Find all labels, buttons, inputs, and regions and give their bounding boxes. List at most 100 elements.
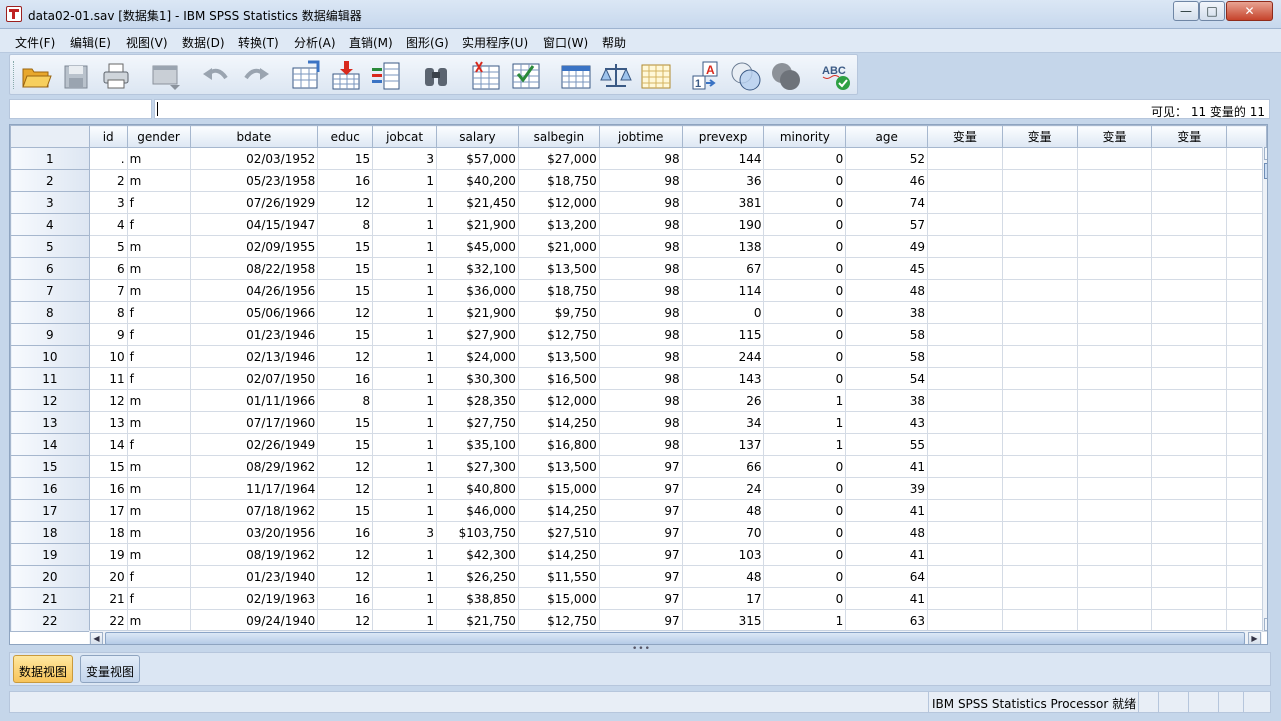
data-cell[interactable]: 70 <box>681 521 765 544</box>
data-cell[interactable]: 43 <box>845 411 929 434</box>
spss-app-icon[interactable] <box>6 6 22 22</box>
data-cell[interactable]: $15,000 <box>517 477 600 500</box>
table-row[interactable]: 3 3 f 07/26/1929 12 1 $21,450 $12,000 98 381 0 74 <box>10 191 1267 214</box>
empty-cell[interactable] <box>1226 521 1267 544</box>
empty-cell[interactable] <box>927 411 1003 434</box>
empty-cell[interactable] <box>1226 433 1267 456</box>
data-cell[interactable]: $35,100 <box>436 433 519 456</box>
data-cell[interactable]: 22 <box>88 609 128 632</box>
data-cell[interactable]: 14 <box>88 433 128 456</box>
empty-cell[interactable] <box>1001 323 1078 346</box>
data-cell[interactable]: 1 <box>372 367 438 390</box>
empty-cell[interactable] <box>1151 389 1228 412</box>
data-cell[interactable]: 98 <box>598 389 683 412</box>
grid-corner[interactable] <box>10 125 90 148</box>
data-cell[interactable]: 138 <box>681 235 765 258</box>
empty-cell[interactable] <box>1226 367 1267 390</box>
data-cell[interactable]: m <box>126 411 191 434</box>
empty-cell[interactable] <box>1076 257 1153 280</box>
column-header[interactable]: jobcat <box>372 125 438 148</box>
empty-cell[interactable] <box>1001 213 1078 236</box>
data-cell[interactable]: 48 <box>845 521 929 544</box>
data-cell[interactable]: $12,750 <box>517 609 600 632</box>
data-cell[interactable]: 98 <box>598 323 683 346</box>
data-cell[interactable]: 1 <box>372 169 438 192</box>
row-header[interactable]: 7 <box>10 279 90 302</box>
row-header[interactable]: 3 <box>10 191 90 214</box>
show-all-variables-icon[interactable] <box>770 60 802 92</box>
tab-data-view[interactable]: 数据视图 <box>13 655 74 683</box>
data-cell[interactable]: 08/22/1958 <box>189 257 319 280</box>
data-cell[interactable]: 1 <box>372 565 438 588</box>
data-cell[interactable]: 58 <box>845 345 929 368</box>
data-cell[interactable]: 98 <box>598 169 683 192</box>
empty-cell[interactable] <box>1226 279 1267 302</box>
empty-cell[interactable] <box>927 301 1003 324</box>
data-cell[interactable]: 98 <box>598 235 683 258</box>
data-cell[interactable]: m <box>126 609 191 632</box>
empty-cell[interactable] <box>1001 521 1078 544</box>
data-cell[interactable]: 1 <box>372 257 438 280</box>
empty-cell[interactable] <box>1001 147 1078 170</box>
data-cell[interactable]: 3 <box>372 147 438 170</box>
menu-data[interactable]: 数据(D) <box>182 34 225 51</box>
table-row[interactable]: 6 6 m 08/22/1958 15 1 $32,100 $13,500 98 67 0 45 <box>10 257 1267 280</box>
scroll-left-icon[interactable]: ◀ <box>90 632 103 644</box>
data-cell[interactable]: 0 <box>763 257 847 280</box>
data-cell[interactable]: $21,750 <box>436 609 519 632</box>
row-header[interactable]: 10 <box>10 345 90 368</box>
row-header[interactable]: 8 <box>10 301 90 324</box>
data-cell[interactable]: 8 <box>317 213 374 236</box>
empty-cell[interactable] <box>1151 147 1228 170</box>
data-cell[interactable]: 12 <box>317 477 374 500</box>
empty-cell[interactable] <box>1076 521 1153 544</box>
menu-analyze[interactable]: 分析(A) <box>294 34 336 51</box>
data-cell[interactable]: 17 <box>681 587 765 610</box>
empty-cell[interactable] <box>1226 169 1267 192</box>
data-cell[interactable]: $27,000 <box>517 147 600 170</box>
data-cell[interactable]: 74 <box>845 191 929 214</box>
data-cell[interactable]: 3 <box>372 521 438 544</box>
data-cell[interactable]: m <box>126 543 191 566</box>
empty-cell[interactable] <box>1076 499 1153 522</box>
data-cell[interactable]: 97 <box>598 477 683 500</box>
empty-cell[interactable] <box>927 587 1003 610</box>
table-row[interactable]: 22 22 m 09/24/1940 12 1 $21,750 $12,750 97 315 1 63 <box>10 609 1267 632</box>
data-cell[interactable]: 12 <box>88 389 128 412</box>
data-cell[interactable]: m <box>126 455 191 478</box>
menu-utilities[interactable]: 实用程序(U) <box>462 34 528 51</box>
data-cell[interactable]: 381 <box>681 191 765 214</box>
data-cell[interactable]: 0 <box>763 477 847 500</box>
data-cell[interactable]: $36,000 <box>436 279 519 302</box>
row-header[interactable]: 14 <box>10 433 90 456</box>
data-cell[interactable]: 0 <box>763 213 847 236</box>
empty-cell[interactable] <box>1226 235 1267 258</box>
data-cell[interactable]: 0 <box>763 169 847 192</box>
menu-graphs[interactable]: 图形(G) <box>406 34 449 51</box>
data-cell[interactable]: 19 <box>88 543 128 566</box>
row-header[interactable]: 19 <box>10 543 90 566</box>
empty-cell[interactable] <box>1076 213 1153 236</box>
menu-edit[interactable]: 编辑(E) <box>70 34 111 51</box>
data-cell[interactable]: 1 <box>763 609 847 632</box>
data-cell[interactable]: 98 <box>598 279 683 302</box>
data-cell[interactable]: 244 <box>681 345 765 368</box>
row-header[interactable]: 12 <box>10 389 90 412</box>
insert-variable-icon[interactable] <box>510 60 542 92</box>
data-cell[interactable]: 0 <box>763 147 847 170</box>
data-cell[interactable]: 12 <box>317 455 374 478</box>
empty-cell[interactable] <box>927 389 1003 412</box>
data-cell[interactable]: $14,250 <box>517 499 600 522</box>
table-row[interactable]: 1. m 02/03/1952 15 3 $57,000 $27,000 98 144 0 52 <box>10 147 1267 170</box>
data-cell[interactable]: $21,900 <box>436 301 519 324</box>
data-cell[interactable]: 1 <box>372 499 438 522</box>
empty-cell[interactable] <box>927 367 1003 390</box>
data-cell[interactable]: 16 <box>317 169 374 192</box>
data-cell[interactable]: 1 <box>372 235 438 258</box>
column-header[interactable]: gender <box>126 125 191 148</box>
data-cell[interactable]: $18,750 <box>517 169 600 192</box>
data-cell[interactable]: 02/07/1950 <box>189 367 319 390</box>
save-icon[interactable] <box>60 60 92 92</box>
table-row[interactable]: 7 7 m 04/26/1956 15 1 $36,000 $18,750 98 114 0 48 <box>10 279 1267 302</box>
empty-cell[interactable] <box>1001 499 1078 522</box>
